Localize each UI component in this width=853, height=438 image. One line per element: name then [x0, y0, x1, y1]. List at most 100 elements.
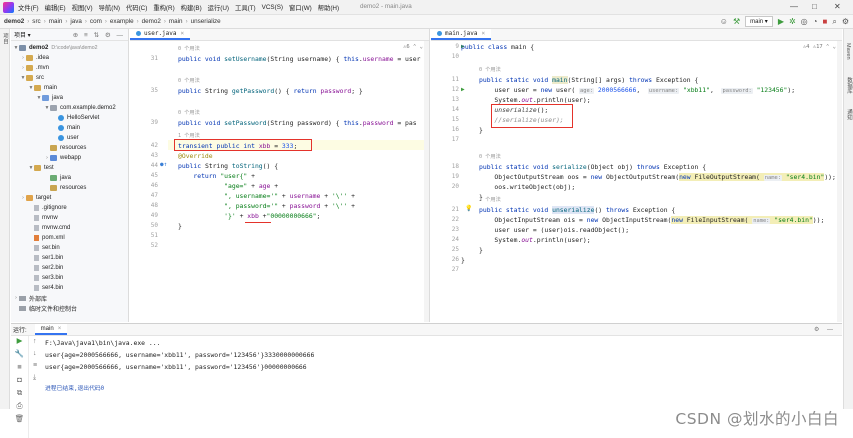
- project-view-select[interactable]: 项目 ▾: [14, 30, 31, 39]
- code-line: public void setPassword(String password)…: [178, 119, 417, 127]
- tree-item-ser-bin[interactable]: ser.bin: [11, 243, 128, 253]
- usages-hint[interactable]: 0 个用法: [178, 77, 200, 84]
- maven-tool-tab[interactable]: Maven: [845, 43, 851, 60]
- scroll-to-end-icon[interactable]: ⤓: [33, 374, 36, 382]
- breadcrumb-com[interactable]: com: [90, 18, 102, 25]
- camera-icon[interactable]: ◘: [11, 375, 28, 388]
- breadcrumb-src[interactable]: src: [32, 18, 40, 25]
- breadcrumb-demo2[interactable]: demo2: [142, 18, 161, 25]
- close-tab-icon[interactable]: ×: [181, 30, 185, 37]
- tab-user-java[interactable]: user.java ×: [130, 29, 191, 40]
- override-gutter-icon[interactable]: ●↑: [160, 161, 167, 168]
- trash-icon[interactable]: 🗑: [11, 414, 28, 427]
- layout-icon[interactable]: ⧉: [11, 388, 28, 401]
- run-tab-main[interactable]: main ×: [34, 324, 68, 335]
- menu-help[interactable]: 帮助(H): [318, 3, 339, 12]
- project-panel-tools[interactable]: ⊕ ≡ ⇅ ⚙ —: [73, 31, 125, 39]
- menu-navigate[interactable]: 导航(N): [99, 3, 120, 12]
- tree-item-main-class[interactable]: main: [11, 123, 128, 133]
- settings-gear-icon[interactable]: ⚙: [842, 17, 849, 26]
- close-tab-icon[interactable]: ×: [482, 30, 486, 37]
- tree-item-ser2-bin[interactable]: ser2.bin: [11, 263, 128, 273]
- menu-refactor[interactable]: 重构(R): [153, 3, 174, 12]
- menu-view[interactable]: 视图(V): [72, 3, 93, 12]
- menu-run[interactable]: 运行(U): [208, 3, 229, 12]
- user-icon[interactable]: ☺: [720, 17, 728, 26]
- tree-item-resources[interactable]: resources: [11, 143, 128, 153]
- tree-item-gitignore[interactable]: .gitignore: [11, 203, 128, 213]
- lightbulb-icon[interactable]: 💡: [465, 205, 472, 212]
- maximize-button[interactable]: □: [812, 2, 817, 11]
- search-icon[interactable]: ⌕: [832, 17, 836, 27]
- breadcrumb-class-main[interactable]: main: [169, 18, 183, 25]
- editor-user-java[interactable]: user.java × ⚠6 ⌃ ⌄ 31 35 39 42 43 44 45 4…: [130, 29, 430, 322]
- run-gutter-icon[interactable]: ▶: [461, 86, 465, 93]
- tree-item-user-class[interactable]: user: [11, 133, 128, 143]
- usages-hint[interactable]: 1 个用法: [479, 196, 501, 203]
- up-arrow-icon[interactable]: ↑: [33, 338, 37, 345]
- usages-hint[interactable]: 0 个用法: [479, 153, 501, 160]
- tree-item-src[interactable]: ▼ src: [11, 73, 128, 83]
- tree-item-pom[interactable]: pom.xml: [11, 233, 128, 243]
- tree-item-test[interactable]: ▼ test: [11, 163, 128, 173]
- tree-item-webapp[interactable]: › webapp: [11, 153, 128, 163]
- breadcrumb-example[interactable]: example: [110, 18, 134, 25]
- build-hammer-icon[interactable]: ⚒: [733, 17, 740, 26]
- debug-icon[interactable]: ✲: [789, 17, 796, 26]
- tree-item-package[interactable]: ▼ com.example.demo2: [11, 103, 128, 113]
- minimize-button[interactable]: —: [790, 2, 798, 11]
- print-icon[interactable]: ⎙: [11, 401, 28, 414]
- usages-hint[interactable]: 1 个用法: [178, 132, 200, 139]
- tree-item-external-libraries[interactable]: › 外部库: [11, 293, 128, 303]
- editor-scrollbar[interactable]: [424, 41, 429, 322]
- tree-item-target[interactable]: › target: [11, 193, 128, 203]
- wrench-icon[interactable]: 🔧: [11, 349, 28, 362]
- tree-item-ser1-bin[interactable]: ser1.bin: [11, 253, 128, 263]
- menu-file[interactable]: 文件(F): [18, 3, 39, 12]
- usages-hint[interactable]: 0 个用法: [178, 109, 200, 116]
- editor-main-java[interactable]: main.java × ⚠4 ⚠17 ⌃ ⌄ 9 10 11 12 13 14 1…: [431, 29, 842, 322]
- breadcrumb-java[interactable]: java: [70, 18, 82, 25]
- notifications-tool-tab[interactable]: 通知: [845, 109, 853, 120]
- menu-code[interactable]: 代码(C): [126, 3, 147, 12]
- close-button[interactable]: ✕: [834, 2, 841, 11]
- tree-item-demo2[interactable]: ▼ demo2 D:\code\java\demo2: [11, 43, 128, 53]
- tree-item-main[interactable]: ▼ main: [11, 83, 128, 93]
- editor-scrollbar[interactable]: [837, 41, 842, 322]
- csdn-watermark: CSDN @划水的小白白: [675, 410, 839, 428]
- tree-item-helloservlet[interactable]: HelloServlet: [11, 113, 128, 123]
- run-icon[interactable]: ▶: [778, 17, 784, 26]
- profile-icon[interactable]: ◔: [813, 17, 818, 26]
- tree-item-mvnw-cmd[interactable]: mvnw.cmd: [11, 223, 128, 233]
- tree-item-idea[interactable]: › .idea: [11, 53, 128, 63]
- rerun-icon[interactable]: ▶: [11, 336, 28, 349]
- breadcrumb-main[interactable]: main: [49, 18, 63, 25]
- stop-icon[interactable]: ■: [11, 362, 28, 375]
- project-tool-tab[interactable]: 项目: [1, 33, 9, 44]
- database-tool-tab[interactable]: 数据库: [845, 77, 853, 94]
- usages-hint[interactable]: 0 个用法: [479, 66, 501, 73]
- soft-wrap-icon[interactable]: ≡: [33, 362, 37, 369]
- tree-item-mvn[interactable]: › .mvn: [11, 63, 128, 73]
- menu-tools[interactable]: 工具(T): [235, 3, 256, 12]
- menu-edit[interactable]: 编辑(E): [45, 3, 66, 12]
- tree-item-java[interactable]: ▼ java: [11, 93, 128, 103]
- stop-icon[interactable]: ■: [823, 17, 828, 26]
- tree-item-scratches[interactable]: 临时文件和控制台: [11, 303, 128, 313]
- breadcrumb-method-unserialize[interactable]: unserialize: [191, 18, 221, 25]
- tree-item-mvnw[interactable]: mvnw: [11, 213, 128, 223]
- coverage-icon[interactable]: ◎: [801, 17, 808, 26]
- menu-build[interactable]: 构建(B): [181, 3, 202, 12]
- down-arrow-icon[interactable]: ↓: [33, 350, 37, 357]
- tree-item-test-resources[interactable]: resources: [11, 183, 128, 193]
- tab-main-java[interactable]: main.java ×: [431, 29, 492, 40]
- run-configuration-select[interactable]: main ▾: [745, 16, 773, 27]
- usages-hint[interactable]: 0 个用法: [178, 45, 200, 52]
- run-panel-tools[interactable]: ⚙ —: [814, 326, 836, 333]
- menu-window[interactable]: 窗口(W): [289, 3, 312, 12]
- tree-item-test-java[interactable]: java: [11, 173, 128, 183]
- tree-item-ser4-bin[interactable]: ser4.bin: [11, 283, 128, 293]
- tree-item-ser3-bin[interactable]: ser3.bin: [11, 273, 128, 283]
- breadcrumb-project[interactable]: demo2: [4, 18, 24, 25]
- menu-vcs[interactable]: VCS(S): [262, 4, 283, 11]
